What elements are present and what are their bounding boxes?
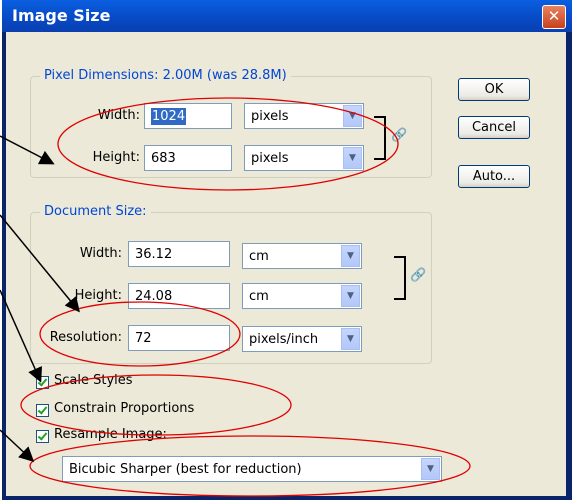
annotation-ellipse-constrain — [20, 374, 292, 436]
annotation-ellipse-resolution — [39, 301, 241, 367]
annotation-arrow-3 — [0, 289, 42, 383]
annotation-arrow-2 — [0, 214, 80, 313]
annotation-arrow-1 — [0, 135, 55, 165]
annotation-arrow-4 — [0, 429, 35, 463]
annotation-ellipse-resample — [29, 435, 471, 497]
annotation-ellipse-pixel-dimensions — [57, 97, 399, 191]
annotation-overlay — [0, 97, 471, 497]
